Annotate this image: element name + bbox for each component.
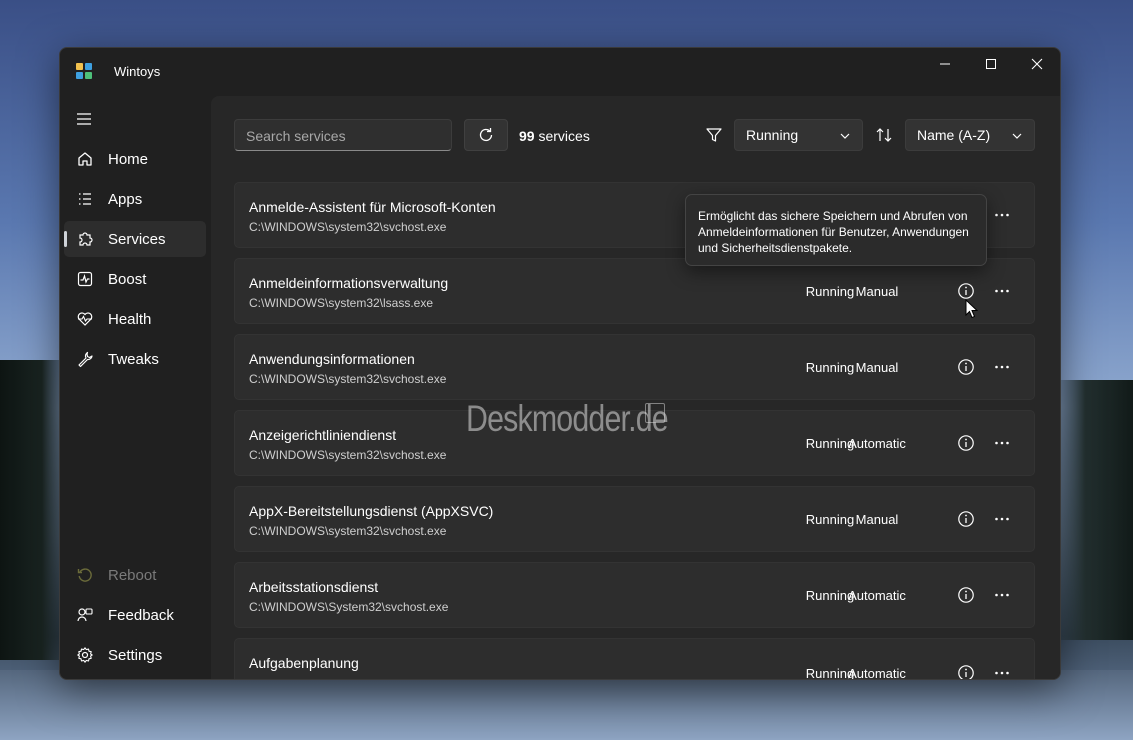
sidebar-item-apps[interactable]: Apps xyxy=(64,181,206,217)
info-icon[interactable] xyxy=(957,586,975,604)
more-options-icon[interactable] xyxy=(993,510,1011,528)
info-icon[interactable] xyxy=(957,282,975,300)
service-description-tooltip: Ermöglicht das sichere Speichern und Abr… xyxy=(685,194,987,266)
mouse-cursor-icon xyxy=(965,299,979,319)
watermark-text: Deskmodder.de xyxy=(466,398,669,439)
service-path: C:\WINDOWS\System32\svchost.exe xyxy=(249,600,449,614)
sidebar-item-label: Home xyxy=(108,151,149,168)
status-filter-dropdown[interactable]: Running xyxy=(734,119,863,151)
service-name: Anmeldeinformationsverwaltung xyxy=(249,275,449,291)
refresh-button[interactable] xyxy=(464,119,508,151)
sort-value: Name (A-Z) xyxy=(917,127,991,143)
services-panel: Search services 99 services Running Name… xyxy=(211,96,1060,679)
sidebar-item-label: Services xyxy=(108,231,166,248)
background-trees-right xyxy=(1053,380,1133,640)
more-options-icon[interactable] xyxy=(993,664,1011,679)
sidebar-item-label: Health xyxy=(108,311,152,328)
more-options-icon[interactable] xyxy=(993,358,1011,376)
service-count-label: services xyxy=(534,128,590,144)
service-path: C:\WINDOWS\system32\svchost.exe xyxy=(249,448,447,462)
sidebar-item-reboot[interactable]: Reboot xyxy=(64,557,206,593)
chevron-down-icon xyxy=(840,133,850,139)
service-path: C:\WINDOWS\system32\lsass.exe xyxy=(249,296,434,310)
service-row[interactable]: Anwendungsinformationen C:\WINDOWS\syste… xyxy=(234,334,1035,400)
service-startup-type: Automatic xyxy=(848,436,906,451)
more-options-icon[interactable] xyxy=(993,586,1011,604)
info-icon[interactable] xyxy=(957,358,975,376)
sidebar-item-label: Reboot xyxy=(108,567,157,584)
watermark-logo-icon xyxy=(645,403,665,423)
sidebar-item-boost[interactable]: Boost xyxy=(64,261,206,297)
service-startup-type: Manual xyxy=(855,284,899,299)
filter-icon[interactable] xyxy=(705,126,723,144)
app-logo-icon xyxy=(76,63,92,79)
wrench-icon xyxy=(78,351,93,368)
apps-list-icon xyxy=(79,193,91,205)
app-window: Wintoys Home Apps Services Boost Health … xyxy=(59,47,1061,680)
more-options-icon[interactable] xyxy=(993,282,1011,300)
status-filter-value: Running xyxy=(746,127,799,143)
close-icon xyxy=(1031,58,1043,70)
service-startup-type: Manual xyxy=(855,512,899,527)
minimize-icon xyxy=(940,63,950,65)
chevron-down-icon xyxy=(1012,133,1022,139)
sidebar-item-label: Feedback xyxy=(108,607,174,624)
menu-toggle-button[interactable] xyxy=(70,106,98,132)
service-name: Arbeitsstationsdienst xyxy=(249,579,379,595)
gear-icon xyxy=(77,647,93,663)
sidebar-item-tweaks[interactable]: Tweaks xyxy=(64,341,206,377)
search-placeholder: Search services xyxy=(246,128,346,144)
sidebar-item-label: Tweaks xyxy=(108,351,159,368)
service-row[interactable]: Anmeldeinformationsverwaltung C:\WINDOWS… xyxy=(234,258,1035,324)
service-startup-type: Automatic xyxy=(848,666,906,679)
service-name: Aufgabenplanung xyxy=(249,655,359,671)
sort-icon[interactable] xyxy=(875,126,893,144)
refresh-icon xyxy=(479,128,493,142)
sidebar-item-feedback[interactable]: Feedback xyxy=(64,597,206,633)
sidebar-item-health[interactable]: Health xyxy=(64,301,206,337)
service-count-number: 99 xyxy=(519,128,535,144)
service-row[interactable]: Arbeitsstationsdienst C:\WINDOWS\System3… xyxy=(234,562,1035,628)
service-path: C:\WINDOWS\system32\svchost.exe xyxy=(249,372,447,386)
close-button[interactable] xyxy=(1014,48,1060,80)
info-icon[interactable] xyxy=(957,434,975,452)
more-options-icon[interactable] xyxy=(993,434,1011,452)
service-name: Anmelde-Assistent für Microsoft-Konten xyxy=(249,199,496,215)
maximize-icon xyxy=(986,59,996,69)
info-icon[interactable] xyxy=(957,664,975,679)
sidebar-item-settings[interactable]: Settings xyxy=(64,637,206,673)
service-startup-type: Manual xyxy=(855,360,899,375)
more-options-icon[interactable] xyxy=(993,206,1011,224)
feedback-icon xyxy=(77,608,93,622)
restart-icon xyxy=(77,568,92,582)
puzzle-icon xyxy=(79,232,93,246)
service-name: AppX-Bereitstellungsdienst (AppXSVC) xyxy=(249,503,494,519)
background-lake xyxy=(0,670,1133,740)
minimize-button[interactable] xyxy=(922,48,968,80)
hamburger-icon xyxy=(77,113,91,125)
sidebar-item-services[interactable]: Services xyxy=(64,221,206,257)
service-row[interactable]: Aufgabenplanung Running Automatic xyxy=(234,638,1035,679)
home-icon xyxy=(78,152,92,166)
app-title: Wintoys xyxy=(114,64,161,79)
sidebar-item-label: Settings xyxy=(108,647,163,664)
service-count: 99 services xyxy=(519,128,590,144)
service-name: Anwendungsinformationen xyxy=(249,351,415,367)
maximize-button[interactable] xyxy=(968,48,1014,80)
service-startup-type: Automatic xyxy=(848,588,906,603)
info-icon[interactable] xyxy=(957,510,975,528)
sidebar-item-label: Apps xyxy=(108,191,143,208)
title-bar[interactable]: Wintoys xyxy=(60,48,1060,94)
service-row[interactable]: AppX-Bereitstellungsdienst (AppXSVC) C:\… xyxy=(234,486,1035,552)
search-input[interactable]: Search services xyxy=(234,119,452,151)
service-name: Anzeigerichtliniendienst xyxy=(249,427,397,443)
sidebar-item-label: Boost xyxy=(108,271,147,288)
heart-pulse-icon xyxy=(77,312,93,326)
service-path: C:\WINDOWS\system32\svchost.exe xyxy=(249,524,447,538)
pulse-icon xyxy=(77,271,93,287)
sort-dropdown[interactable]: Name (A-Z) xyxy=(905,119,1035,151)
service-path: C:\WINDOWS\system32\svchost.exe xyxy=(249,220,447,234)
sidebar-item-home[interactable]: Home xyxy=(64,141,206,177)
